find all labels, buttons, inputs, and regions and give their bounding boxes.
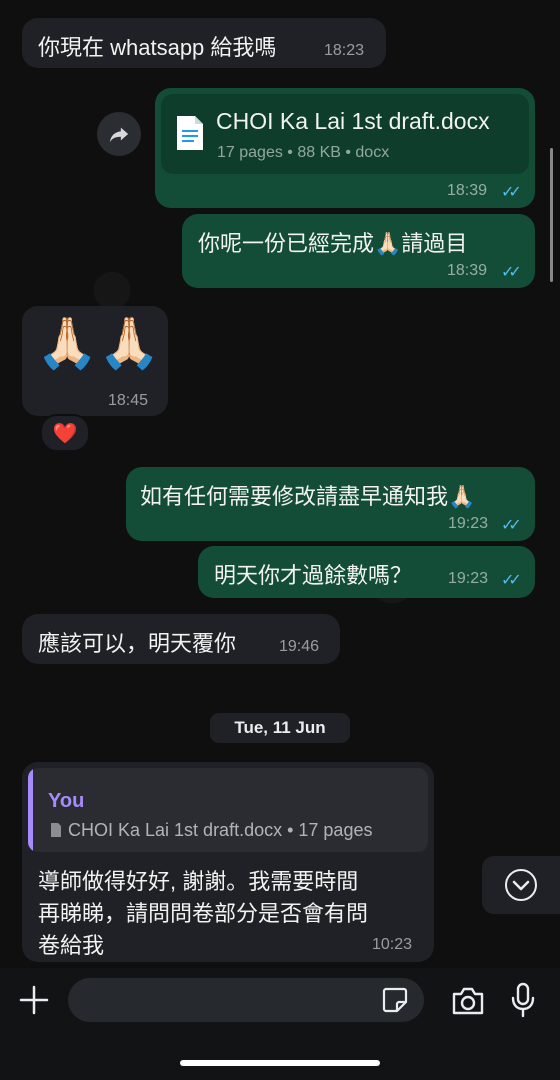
message-time: 18:23: [324, 42, 365, 59]
message-time: 18:45: [108, 392, 149, 409]
heart-icon: ❤️: [52, 422, 78, 445]
scroll-to-bottom-button[interactable]: [482, 856, 560, 914]
outgoing-document-message[interactable]: CHOI Ka Lai 1st draft.docx 17 pages • 88…: [155, 88, 535, 208]
message-text-line: 導師做得好好, 謝謝。我需要時間: [38, 869, 359, 894]
camera-icon[interactable]: [450, 986, 486, 1016]
read-receipt-icon: ✓✓: [501, 184, 522, 201]
quote-accent-bar: [28, 768, 33, 852]
document-icon: [51, 823, 61, 837]
message-text: 應該可以，明天覆你: [38, 631, 237, 656]
message-text: 你呢一份已經完成🙏🏻請過目: [198, 231, 468, 256]
message-time: 19:23: [448, 515, 489, 532]
incoming-message[interactable]: 應該可以，明天覆你 19:46: [22, 614, 340, 664]
read-receipt-icon: ✓✓: [501, 264, 522, 281]
sticker-icon[interactable]: [381, 986, 409, 1014]
message-time: 18:39: [447, 262, 488, 279]
read-receipt-icon: ✓✓: [501, 517, 522, 534]
incoming-message[interactable]: 🙏🏻🙏🏻 18:45: [22, 306, 168, 416]
quoted-message[interactable]: You CHOI Ka Lai 1st draft.docx • 17 page…: [28, 768, 428, 852]
date-divider: Tue, 11 Jun: [210, 713, 350, 743]
reaction-badge[interactable]: ❤️: [40, 414, 90, 452]
message-text: 你現在 whatsapp 給我嗎: [38, 35, 277, 60]
microphone-icon[interactable]: [510, 982, 536, 1018]
home-indicator: [180, 1060, 380, 1066]
message-time: 10:23: [372, 936, 413, 953]
incoming-message[interactable]: 你現在 whatsapp 給我嗎 18:23: [22, 18, 386, 68]
forward-icon: [109, 127, 129, 143]
forward-button[interactable]: [97, 112, 141, 156]
read-receipt-icon: ✓✓: [501, 572, 522, 589]
message-time: 19:46: [279, 638, 320, 655]
message-text: 明天你才過餘數嗎？: [214, 563, 413, 588]
message-text: 🙏🏻🙏🏻: [36, 315, 161, 371]
plus-icon[interactable]: [18, 984, 50, 1016]
quoted-preview: CHOI Ka Lai 1st draft.docx • 17 pages: [68, 820, 373, 840]
outgoing-message[interactable]: 你呢一份已經完成🙏🏻請過目 18:39 ✓✓: [182, 214, 535, 288]
quoted-sender: You: [48, 790, 85, 812]
message-input[interactable]: [68, 978, 424, 1022]
message-time: 19:23: [448, 570, 489, 587]
incoming-reply-message[interactable]: You CHOI Ka Lai 1st draft.docx • 17 page…: [22, 762, 434, 962]
message-text: 如有任何需要修改請盡早通知我🙏🏻: [140, 484, 476, 509]
message-time: 18:39: [447, 182, 488, 199]
document-file-name: CHOI Ka Lai 1st draft.docx: [216, 108, 490, 134]
document-card[interactable]: CHOI Ka Lai 1st draft.docx 17 pages • 88…: [161, 94, 529, 174]
outgoing-message[interactable]: 明天你才過餘數嗎？ 19:23 ✓✓: [198, 546, 535, 598]
message-text-line: 再睇睇，請問問卷部分是否會有問: [38, 901, 369, 926]
document-file-meta: 17 pages • 88 KB • docx: [217, 144, 390, 161]
chat-area: 你現在 whatsapp 給我嗎 18:23 CHOI Ka Lai 1st d…: [0, 0, 560, 968]
chevron-down-icon: [505, 869, 537, 901]
document-icon: [177, 116, 203, 150]
outgoing-message[interactable]: 如有任何需要修改請盡早通知我🙏🏻 19:23 ✓✓: [126, 467, 535, 541]
message-text-line: 卷給我: [38, 933, 105, 958]
scrollbar[interactable]: [550, 148, 553, 282]
